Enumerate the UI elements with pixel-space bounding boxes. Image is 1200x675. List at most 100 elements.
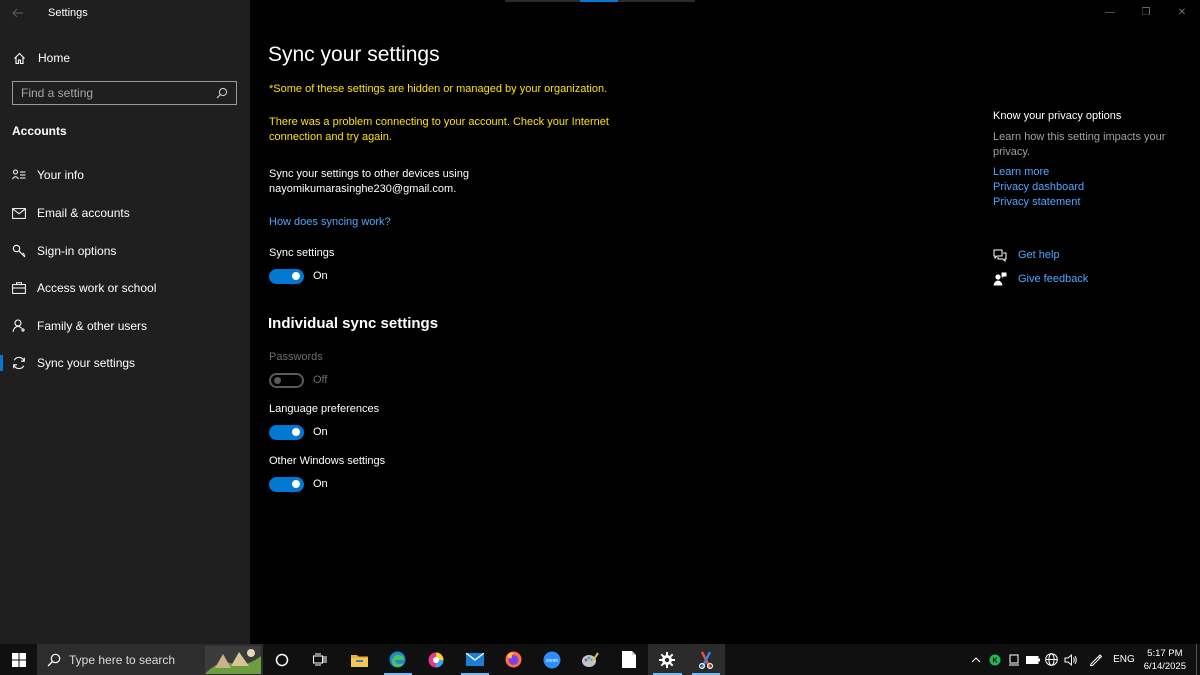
cortana-icon[interactable] xyxy=(263,644,302,675)
give-feedback-link[interactable]: Give feedback xyxy=(1018,273,1088,285)
privacy-links: Learn more Privacy dashboard Privacy sta… xyxy=(993,165,1183,210)
restore-button[interactable]: ❐ xyxy=(1128,4,1164,20)
loading-indicator xyxy=(505,0,695,2)
find-setting-input[interactable] xyxy=(21,86,216,100)
give-feedback-row[interactable]: Give feedback xyxy=(993,271,1183,287)
battery-icon[interactable] xyxy=(1023,644,1042,675)
other-windows-settings-toggle-row: On xyxy=(269,476,328,492)
show-desktop-button[interactable] xyxy=(1196,644,1200,675)
get-help-row[interactable]: Get help xyxy=(993,247,1183,263)
sidebar: Settings Home Accounts Your info Email &… xyxy=(0,0,250,644)
zoom-icon[interactable]: zoom xyxy=(533,644,572,675)
network-globe-icon[interactable] xyxy=(1042,644,1061,675)
start-button[interactable] xyxy=(0,644,37,675)
back-arrow-icon xyxy=(12,8,23,18)
snipping-icon[interactable] xyxy=(686,644,725,675)
find-setting-box[interactable] xyxy=(12,81,237,105)
sidebar-item-access-work-school[interactable]: Access work or school xyxy=(0,273,250,303)
sidebar-item-label: Sign-in options xyxy=(37,244,117,258)
volume-icon[interactable] xyxy=(1061,644,1080,675)
search-highlight-illustration xyxy=(205,646,261,674)
person-add-icon xyxy=(12,319,26,333)
windows-logo-icon xyxy=(11,652,26,667)
learn-more-link[interactable]: Learn more xyxy=(993,165,1183,180)
paint-icon[interactable] xyxy=(571,644,610,675)
sync-settings-toggle[interactable] xyxy=(269,268,304,284)
passwords-toggle-row: Off xyxy=(269,372,327,388)
close-button[interactable]: ✕ xyxy=(1164,4,1200,20)
other-windows-settings-state: On xyxy=(313,478,328,490)
sidebar-item-sync-your-settings[interactable]: Sync your settings xyxy=(0,348,250,378)
sidebar-item-family-other-users[interactable]: Family & other users xyxy=(0,311,250,341)
language-preferences-toggle[interactable] xyxy=(269,424,304,440)
sidebar-item-label: Your info xyxy=(37,168,84,182)
edge-icon[interactable] xyxy=(379,644,418,675)
title-bar: Settings xyxy=(0,0,250,26)
sidebar-item-sign-in-options[interactable]: Sign-in options xyxy=(0,236,250,266)
sidebar-item-label: Sync your settings xyxy=(37,356,136,370)
taskbar-search-placeholder: Type here to search xyxy=(69,652,176,667)
taskbar-clock[interactable]: 5:17 PM 6/14/2025 xyxy=(1144,647,1186,673)
window-controls: — ❐ ✕ xyxy=(1092,4,1200,20)
sync-settings-label: Sync settings xyxy=(269,247,335,259)
notepad-icon[interactable] xyxy=(610,644,649,675)
file-explorer-icon[interactable] xyxy=(340,644,379,675)
sidebar-item-label: Family & other users xyxy=(37,319,148,333)
sidebar-item-email-accounts[interactable]: Email & accounts xyxy=(0,198,250,228)
input-language-indicator[interactable]: ENG xyxy=(1113,654,1135,665)
feedback-person-icon xyxy=(993,272,1007,286)
briefcase-icon xyxy=(12,281,26,295)
task-view-icon[interactable] xyxy=(302,644,341,675)
device-icon[interactable] xyxy=(1004,644,1023,675)
privacy-statement-link[interactable]: Privacy statement xyxy=(993,195,1183,210)
home-icon xyxy=(12,51,26,65)
sidebar-item-label: Access work or school xyxy=(37,281,157,295)
sync-description-text: Sync your settings to other devices usin… xyxy=(269,168,469,180)
back-button[interactable] xyxy=(0,0,36,26)
pen-workspace-icon[interactable] xyxy=(1086,644,1105,675)
search-icon xyxy=(47,653,61,666)
privacy-options-heading: Know your privacy options xyxy=(993,110,1122,122)
sync-settings-state: On xyxy=(313,270,328,282)
settings-gear-icon[interactable] xyxy=(648,644,687,675)
clock-date: 6/14/2025 xyxy=(1143,660,1186,672)
managed-warning: *Some of these settings are hidden or ma… xyxy=(269,83,608,95)
mail-app-icon[interactable] xyxy=(456,644,495,675)
system-tray: K ENG 5:17 PM 6/14/2025 xyxy=(966,644,1200,675)
passwords-state: Off xyxy=(313,374,328,386)
privacy-options-text: Learn how this setting impacts your priv… xyxy=(993,131,1166,158)
home-nav-item[interactable]: Home xyxy=(0,46,250,70)
taskbar: Type here to search zoom K ENG 5:17 PM 6… xyxy=(0,644,1200,675)
sync-icon xyxy=(12,356,26,370)
color-app-icon[interactable] xyxy=(417,644,456,675)
page-title: Sync your settings xyxy=(268,43,440,66)
sync-description: Sync your settings to other devices usin… xyxy=(269,167,529,197)
individual-sync-heading: Individual sync settings xyxy=(268,315,439,332)
zoom-logo-text: zoom xyxy=(546,658,558,664)
sidebar-item-label: Email & accounts xyxy=(37,206,130,220)
clock-time: 5:17 PM xyxy=(1147,647,1183,659)
account-email: nayomikumarasinghe230@gmail.com. xyxy=(269,183,457,195)
connection-warning: There was a problem connecting to your a… xyxy=(269,116,609,143)
other-windows-settings-toggle[interactable] xyxy=(269,476,304,492)
chat-help-icon xyxy=(993,248,1007,262)
passwords-label: Passwords xyxy=(269,351,323,363)
main-content: — ❐ ✕ Sync your settings *Some of these … xyxy=(250,0,1200,644)
privacy-dashboard-link[interactable]: Privacy dashboard xyxy=(993,180,1183,195)
other-windows-settings-label: Other Windows settings xyxy=(269,455,386,467)
chevron-up-icon[interactable] xyxy=(966,644,985,675)
app-title: Settings xyxy=(48,7,88,19)
language-preferences-toggle-row: On xyxy=(269,424,328,440)
section-heading-accounts: Accounts xyxy=(12,124,67,138)
taskbar-search-box[interactable]: Type here to search xyxy=(37,644,263,675)
how-syncing-works-link[interactable]: How does syncing work? xyxy=(269,216,391,228)
kaspersky-icon[interactable]: K xyxy=(985,644,1004,675)
get-help-link[interactable]: Get help xyxy=(1018,249,1060,261)
passwords-toggle xyxy=(269,372,304,388)
minimize-button[interactable]: — xyxy=(1092,4,1128,20)
sidebar-item-your-info[interactable]: Your info xyxy=(0,160,250,190)
home-label: Home xyxy=(38,51,71,65)
key-icon xyxy=(12,244,26,258)
sync-settings-toggle-row: On xyxy=(269,268,328,284)
firefox-icon[interactable] xyxy=(494,644,533,675)
